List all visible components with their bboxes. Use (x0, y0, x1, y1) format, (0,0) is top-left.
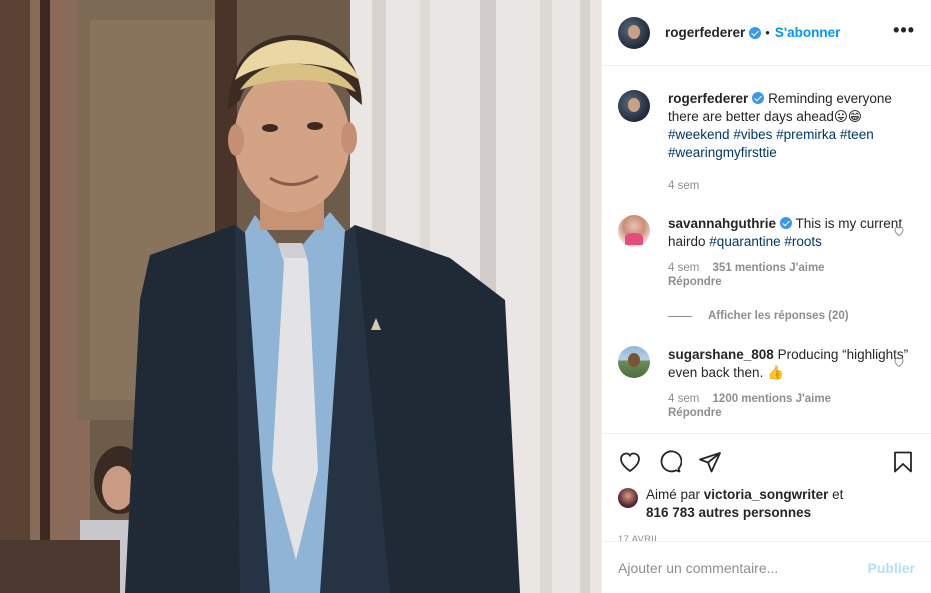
comments-section[interactable]: rogerfederer Reminding everyone there ar… (602, 66, 931, 433)
commenter-avatar[interactable] (618, 215, 650, 247)
replies-divider (668, 315, 692, 317)
instagram-post: rogerfederer • S'abonner ••• rogerfedere… (0, 0, 931, 593)
post-header: rogerfederer • S'abonner ••• (602, 0, 931, 66)
hashtag-link[interactable]: #premirka (776, 127, 836, 142)
reply-button[interactable]: Répondre (668, 406, 915, 420)
post-image (0, 0, 601, 593)
caption-time[interactable]: 4 sem (668, 180, 699, 192)
verified-badge-icon (780, 217, 793, 229)
caption: rogerfederer Reminding everyone there ar… (618, 90, 915, 193)
hashtag-link[interactable]: #vibes (733, 127, 772, 142)
comment-meta: 4 sem 1200 mentions J'aime Répondre (668, 392, 915, 420)
comment-time[interactable]: 4 sem (668, 393, 699, 405)
author-username[interactable]: rogerfederer (665, 25, 745, 40)
comment-body: sugarshane_808 Producing “highlights” ev… (668, 346, 915, 420)
caption-meta: 4 sem (668, 179, 915, 193)
hashtag-link[interactable]: #quarantine (709, 234, 780, 249)
bookmark-icon (894, 451, 912, 473)
save-button[interactable] (875, 442, 915, 482)
publish-button[interactable]: Publier (868, 560, 915, 576)
hashtag-link[interactable]: #teen (840, 127, 874, 142)
hashtag-link[interactable]: #weekend (668, 127, 730, 142)
add-comment-bar: Publier (602, 541, 931, 593)
comment-username[interactable]: savannahguthrie (668, 216, 776, 231)
view-replies-button[interactable]: Afficher les réponses (20) (668, 310, 915, 322)
verified-badge-icon (749, 26, 762, 39)
comment-item: sugarshane_808 Producing “highlights” ev… (618, 346, 915, 420)
liker-avatar[interactable] (618, 488, 638, 508)
view-replies-label[interactable]: Afficher les réponses (20) (708, 310, 849, 322)
comment-icon (660, 450, 682, 473)
comment-likes[interactable]: 351 mentions J'aime (713, 262, 825, 274)
comment-like-heart-icon[interactable] (893, 356, 905, 368)
caption-username[interactable]: rogerfederer (668, 91, 748, 106)
liked-by-connector: et (832, 487, 844, 502)
reply-button[interactable]: Répondre (668, 275, 915, 289)
comment-username[interactable]: sugarshane_808 (668, 347, 774, 362)
commenter-avatar[interactable] (618, 346, 650, 378)
liked-by-prefix: Aimé par (646, 487, 701, 502)
comment-input[interactable] (618, 559, 868, 576)
liked-by-text: Aimé par victoria_songwriter et 816 783 … (646, 486, 843, 522)
comment-likes[interactable]: 1200 mentions J'aime (713, 393, 831, 405)
comment-meta: 4 sem 351 mentions J'aime Répondre (668, 261, 915, 289)
liked-by-others[interactable]: 816 783 autres personnes (646, 505, 811, 520)
post-photo[interactable] (0, 0, 601, 593)
follow-button[interactable]: S'abonner (775, 25, 840, 40)
liked-by-user[interactable]: victoria_songwriter (704, 487, 829, 502)
comment-item: savannahguthrie This is my current haird… (618, 215, 915, 289)
caption-avatar[interactable] (618, 90, 650, 122)
action-icons (618, 442, 915, 482)
paper-plane-icon (699, 452, 721, 473)
verified-badge-icon (752, 92, 765, 104)
comment-button[interactable] (658, 442, 698, 482)
share-button[interactable] (698, 442, 738, 482)
post-side-panel: rogerfederer • S'abonner ••• rogerfedere… (601, 0, 931, 593)
caption-body: rogerfederer Reminding everyone there ar… (668, 90, 915, 193)
heart-icon (620, 452, 640, 473)
comment-body: savannahguthrie This is my current haird… (668, 215, 915, 289)
author-avatar[interactable] (618, 16, 650, 49)
like-button[interactable] (618, 442, 658, 482)
liked-by: Aimé par victoria_songwriter et 816 783 … (618, 486, 915, 522)
separator-dot: • (765, 25, 770, 40)
more-options-icon[interactable]: ••• (893, 21, 915, 41)
hashtag-link[interactable]: #wearingmyfirsttie (668, 145, 777, 160)
comment-like-heart-icon[interactable] (893, 225, 905, 237)
hashtag-link[interactable]: #roots (784, 234, 822, 249)
comment-time[interactable]: 4 sem (668, 262, 699, 274)
